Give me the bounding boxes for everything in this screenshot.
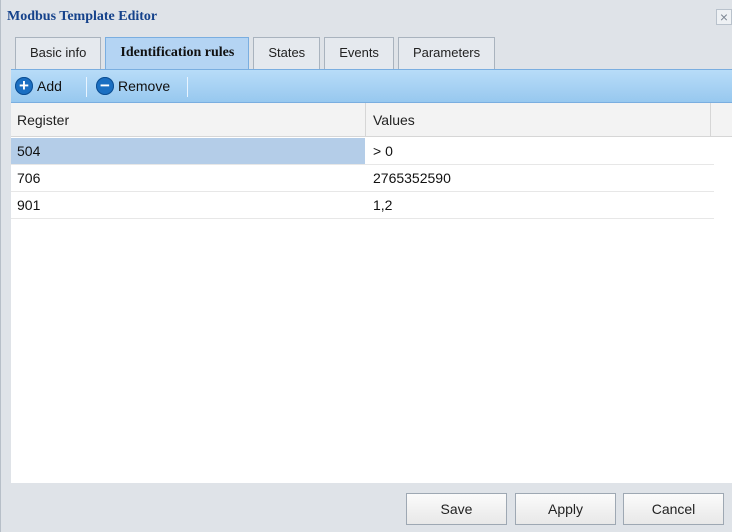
table-row[interactable]: 504 > 0 [11,138,714,165]
add-button[interactable]: + Add [15,76,62,96]
column-divider[interactable] [365,103,366,136]
identification-toolbar: + Add − Remove [11,69,732,103]
remove-button-label: Remove [118,78,171,94]
tab-states[interactable]: States [253,37,321,69]
tab-basic-info[interactable]: Basic info [15,37,102,69]
values-column-header[interactable]: Values [373,112,415,128]
save-button[interactable]: Save [406,493,507,525]
window-title: Modbus Template Editor [7,9,158,24]
register-column-header[interactable]: Register [17,112,69,128]
register-cell[interactable]: 504 [17,143,40,159]
modbus-template-editor-window: Modbus Template Editor × Basic info Iden… [0,0,732,532]
title-bar[interactable]: Modbus Template Editor × [1,0,732,36]
dialog-footer: Save Apply Cancel [11,483,732,532]
register-cell[interactable]: 706 [17,170,40,186]
register-cell[interactable]: 901 [17,197,40,213]
apply-button[interactable]: Apply [515,493,616,525]
tab-identification-rules[interactable]: Identification rules [105,37,250,69]
values-cell[interactable]: 2765352590 [373,170,451,186]
toolbar-separator [187,77,188,97]
identification-rules-grid: Register Values 504 > 0 706 2765352590 9… [11,103,732,483]
tab-events[interactable]: Events [324,37,394,69]
toolbar-separator [86,77,87,97]
plus-circle-icon: + [15,77,33,95]
values-cell[interactable]: 1,2 [373,197,392,213]
tab-strip: Basic info Identification rules States E… [15,37,496,69]
column-divider[interactable] [710,103,711,136]
minus-circle-icon: − [96,77,114,95]
add-button-label: Add [37,78,62,94]
table-row[interactable]: 706 2765352590 [11,165,714,192]
tab-parameters[interactable]: Parameters [397,37,496,69]
cancel-button[interactable]: Cancel [623,493,724,525]
row-selection-highlight [11,138,365,164]
values-cell[interactable]: > 0 [373,143,393,159]
grid-header: Register Values [11,103,732,137]
close-icon[interactable]: × [716,9,732,25]
table-row[interactable]: 901 1,2 [11,192,714,219]
remove-button[interactable]: − Remove [96,76,170,96]
